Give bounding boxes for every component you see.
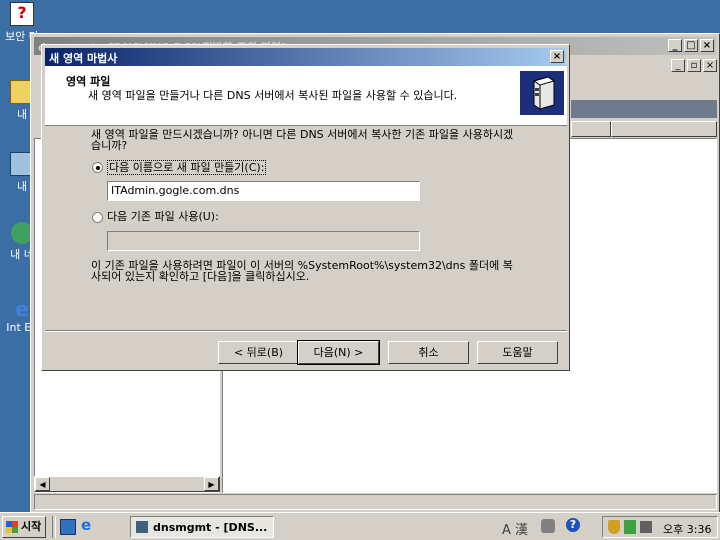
- clock[interactable]: 오후 3:36: [663, 521, 711, 537]
- use-existing-file-label[interactable]: 다음 기존 파일 사용(U):: [107, 210, 219, 223]
- taskbar-task-dnsmgmt[interactable]: dnsmgmt - [DNS...: [130, 516, 274, 538]
- help-tray-icon[interactable]: ?: [566, 518, 580, 532]
- taskbar: 시작 e dnsmgmt - [DNS... A 漢 ? 오후 3:36: [0, 512, 720, 540]
- network-icon[interactable]: [624, 520, 636, 534]
- scroll-left-icon[interactable]: ◀: [35, 477, 50, 491]
- wizard-question-text: 새 영역 파일을 만드시겠습니까? 아니면 다른 DNS 서버에서 복사한 기존…: [91, 128, 514, 152]
- detail-pane-header: [571, 100, 717, 118]
- minimize-button[interactable]: _: [668, 39, 682, 52]
- system-tray: 오후 3:36: [602, 516, 718, 538]
- taskbar-task-label: dnsmgmt - [DNS...: [153, 521, 268, 534]
- status-bar: [34, 494, 717, 510]
- child-close-button[interactable]: ×: [703, 59, 717, 72]
- wizard-titlebar[interactable]: 새 영역 마법사 ×: [45, 48, 566, 66]
- internet-explorer-quicklaunch-icon[interactable]: e: [81, 517, 97, 533]
- server-icon: [520, 71, 564, 115]
- next-button[interactable]: 다음(N) >: [297, 340, 380, 365]
- create-new-file-label[interactable]: 다음 이름으로 새 파일 만들기(C):: [107, 160, 267, 175]
- ime-indicator[interactable]: A 漢: [502, 519, 528, 538]
- help-button[interactable]: 도움말: [477, 341, 558, 364]
- use-existing-file-radio[interactable]: [92, 212, 103, 223]
- new-file-name-input[interactable]: ITAdmin.gogle.com.dns: [107, 181, 420, 201]
- new-zone-wizard-dialog: 새 영역 마법사 × 영역 파일 새 영역 파일을 만들거나 다른 DNS 서버…: [41, 44, 570, 371]
- child-restore-button[interactable]: ▫: [687, 59, 701, 72]
- cancel-button[interactable]: 취소: [388, 341, 469, 364]
- column-header[interactable]: [571, 121, 611, 137]
- create-new-file-radio[interactable]: [92, 162, 103, 173]
- volume-icon[interactable]: [640, 521, 652, 533]
- maximize-button[interactable]: □: [684, 39, 698, 52]
- column-header[interactable]: [611, 121, 717, 137]
- wizard-close-button[interactable]: ×: [550, 50, 564, 63]
- wizard-separator: [45, 330, 567, 332]
- windows-logo-icon: [6, 521, 18, 533]
- start-button[interactable]: 시작: [2, 516, 46, 538]
- wizard-info-text: 이 기존 파일을 사용하려면 파일이 이 서버의 %SystemRoot%\sy…: [91, 259, 513, 283]
- wizard-title: 새 영역 마법사: [49, 52, 118, 65]
- scroll-right-icon[interactable]: ▶: [204, 477, 219, 491]
- help-icon: ?: [10, 2, 34, 26]
- ime-settings-icon[interactable]: [541, 519, 555, 533]
- close-button[interactable]: ×: [700, 39, 714, 52]
- wizard-header-subtitle: 새 영역 파일을 만들거나 다른 DNS 서버에서 복사된 파일을 사용할 수 …: [88, 89, 458, 102]
- security-shield-icon[interactable]: [608, 520, 620, 534]
- child-minimize-button[interactable]: _: [671, 59, 685, 72]
- horizontal-scrollbar[interactable]: ◀ ▶: [34, 476, 220, 492]
- existing-file-name-input: [107, 231, 420, 251]
- taskbar-separator: [52, 516, 56, 538]
- back-button[interactable]: < 뒤로(B): [218, 341, 299, 364]
- show-desktop-icon[interactable]: [60, 519, 76, 535]
- dns-console-icon: [136, 521, 148, 533]
- start-label: 시작: [21, 520, 42, 533]
- wizard-header: 영역 파일 새 영역 파일을 만들거나 다른 DNS 서버에서 복사된 파일을 …: [45, 66, 567, 126]
